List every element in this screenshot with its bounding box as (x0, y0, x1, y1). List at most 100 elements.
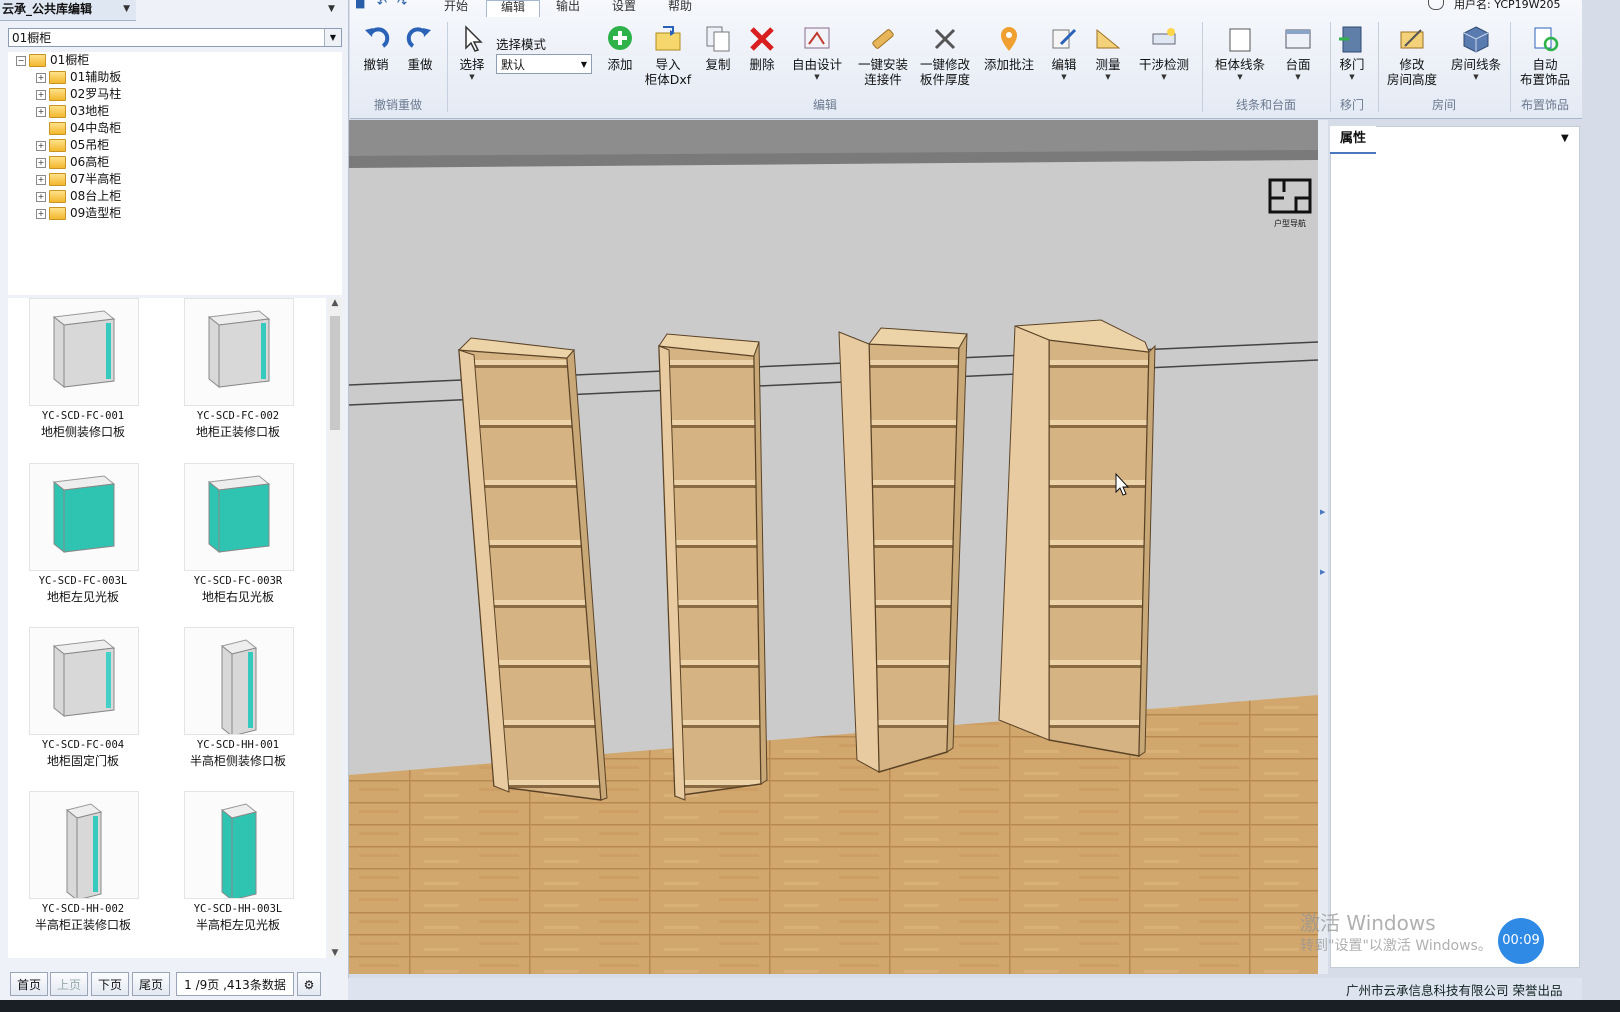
library-tab[interactable]: 云承_公共库编辑 ▼ (0, 0, 136, 21)
tree-node[interactable]: 04中岛柜 (36, 120, 121, 137)
tree-node[interactable]: +05吊柜 (36, 137, 109, 154)
gallery-item[interactable]: YC-SCD-HH-002 半高柜正装修口板 (8, 791, 158, 951)
modify-thickness-button[interactable]: 一键修改 板件厚度 (916, 24, 974, 87)
tab-output[interactable]: 输出 (542, 0, 594, 16)
gallery-scrollbar[interactable]: ▲ ▼ (328, 298, 342, 958)
auto-decor-label-2: 布置饰品 (1519, 72, 1570, 87)
select-mode-dropdown[interactable]: 默认 ▼ (496, 54, 592, 74)
cabinet-4[interactable] (998, 319, 1156, 757)
tab-help[interactable]: 帮助 (654, 0, 706, 16)
recording-timer[interactable]: 00:09 (1498, 918, 1544, 964)
countertop-button[interactable]: 台面 ▼ (1276, 24, 1320, 82)
copy-button[interactable]: 复制 (698, 24, 738, 72)
first-page-button[interactable]: 首页 (10, 972, 48, 996)
group-divider (1510, 22, 1511, 112)
select-button[interactable]: 选择 ▼ (452, 24, 492, 82)
expand-icon[interactable]: + (36, 89, 46, 100)
collapse-arrow-icon[interactable]: ▶ (1320, 508, 1325, 516)
redo-icon[interactable]: ↷ (397, 0, 407, 10)
chevron-down-icon[interactable]: ▼ (123, 0, 130, 18)
folder-icon (49, 139, 66, 152)
tree-node[interactable]: +01辅助板 (36, 69, 121, 86)
tree-node[interactable]: +02罗马柱 (36, 86, 121, 103)
edit-button[interactable]: 编辑 ▼ (1044, 24, 1084, 82)
tree-node[interactable]: +07半高柜 (36, 171, 121, 188)
panel-menu-icon[interactable]: ▼ (328, 4, 335, 14)
next-page-button[interactable]: 下页 (91, 972, 129, 996)
tab-start[interactable]: 开始 (430, 0, 482, 16)
connector-icon (872, 29, 894, 49)
install-label-1: 一键安装 (857, 57, 908, 72)
3d-viewport[interactable] (349, 120, 1318, 974)
gallery-item[interactable]: YC-SCD-HH-001 半高柜侧装修口板 (163, 627, 313, 787)
auto-decor-button[interactable]: 自动 布置饰品 (1514, 24, 1576, 87)
last-page-button[interactable]: 尾页 (132, 972, 170, 996)
tab-settings[interactable]: 设置 (598, 0, 650, 16)
category-tree: − 01橱柜 +01辅助板 +02罗马柱 +03地柜 04中岛柜 +05吊柜 +0… (8, 52, 342, 295)
gallery-item[interactable]: YC-SCD-FC-002 地柜正装修口板 (163, 298, 313, 458)
tab-edit[interactable]: 编辑 (486, 0, 540, 17)
add-button[interactable]: 添加 (600, 24, 640, 72)
chevron-down-icon: ▼ (1105, 73, 1111, 81)
tree-node-root[interactable]: − 01橱柜 (16, 52, 89, 69)
folder-icon (49, 156, 66, 169)
item-code: YC-SCD-FC-003L (38, 575, 128, 587)
cabinet-3[interactable] (838, 327, 968, 773)
category-select[interactable]: 01橱柜 ▼ (8, 28, 342, 47)
item-code: YC-SCD-HH-001 (196, 739, 280, 751)
expand-icon[interactable]: + (36, 157, 46, 168)
expand-icon[interactable]: + (36, 174, 46, 185)
folder-icon (49, 122, 66, 135)
expand-icon[interactable]: + (36, 106, 46, 117)
panel-splitter[interactable]: ▶ ▶ (1318, 120, 1328, 974)
floorplan-nav-widget[interactable]: 户型导航 (1266, 176, 1314, 228)
scroll-up-icon[interactable]: ▲ (328, 298, 342, 308)
redo-button[interactable]: 重做 (400, 24, 440, 72)
cabinet-2[interactable] (658, 333, 768, 801)
gallery-item[interactable]: YC-SCD-FC-004 地柜固定门板 (8, 627, 158, 787)
add-annotation-button[interactable]: 添加批注 (978, 24, 1040, 72)
room-height-button[interactable]: 修改 房间高度 (1382, 24, 1442, 87)
scroll-down-icon[interactable]: ▼ (328, 948, 342, 958)
scrollbar-thumb[interactable] (330, 316, 340, 430)
collapse-icon[interactable]: − (16, 55, 26, 66)
chevron-down-icon[interactable]: ▼ (1561, 133, 1569, 144)
annotate-label: 添加批注 (983, 57, 1034, 72)
chevron-down-icon[interactable]: ▼ (324, 29, 341, 46)
tab-properties[interactable]: 属性 (1330, 126, 1376, 154)
cabinet-thumbnail (184, 627, 294, 738)
expand-icon[interactable]: + (36, 140, 46, 151)
gallery-item[interactable]: YC-SCD-HH-003L 半高柜左见光板 (163, 791, 313, 951)
gear-icon[interactable]: ⚙ (297, 972, 321, 996)
import-dxf-button[interactable]: 导入 柜体Dxf (644, 24, 692, 87)
gallery-item[interactable]: YC-SCD-FC-003R 地柜右见光板 (163, 463, 313, 623)
tree-node[interactable]: +09造型柜 (36, 205, 121, 222)
prev-page-button[interactable]: 上页 (50, 972, 88, 996)
measure-button[interactable]: 测量 ▼ (1088, 24, 1128, 82)
page-info: 1 /9页 ,413条数据 (176, 972, 294, 996)
cabinet-lines-button[interactable]: 柜体线条 ▼ (1210, 24, 1270, 82)
tree-node[interactable]: +03地柜 (36, 103, 109, 120)
one-click-install-button[interactable]: 一键安装 连接件 (854, 24, 912, 87)
interference-check-button[interactable]: 干涉检测 ▼ (1134, 24, 1194, 82)
tree-node[interactable]: +08台上柜 (36, 188, 121, 205)
undo-button[interactable]: 撤销 (356, 24, 396, 72)
group-lines-countertop: 线条和台面 (1235, 98, 1296, 112)
tree-node[interactable]: +06高柜 (36, 154, 109, 171)
sliding-door-button[interactable]: 移门 ▼ (1332, 24, 1372, 82)
cabinet-thumbnail (184, 463, 294, 571)
expand-icon[interactable]: + (36, 72, 46, 83)
free-design-button[interactable]: 自由设计 ▼ (786, 24, 848, 82)
chevron-down-icon: ▼ (1237, 73, 1243, 81)
expand-icon[interactable]: + (36, 191, 46, 202)
expand-icon[interactable]: + (36, 208, 46, 219)
expand-arrow-icon[interactable]: ▶ (1320, 568, 1325, 576)
undo-icon[interactable]: ↶ (377, 0, 387, 10)
save-icon[interactable]: ■ (355, 0, 365, 10)
delete-button[interactable]: 删除 (742, 24, 782, 72)
gallery-item[interactable]: YC-SCD-FC-003L 地柜左见光板 (8, 463, 158, 623)
measure-label: 测量 (1095, 57, 1121, 72)
cabinet-thumbnail (29, 298, 139, 406)
gallery-item[interactable]: YC-SCD-FC-001 地柜侧装修口板 (8, 298, 158, 458)
room-lines-button[interactable]: 房间线条 ▼ (1446, 24, 1506, 82)
